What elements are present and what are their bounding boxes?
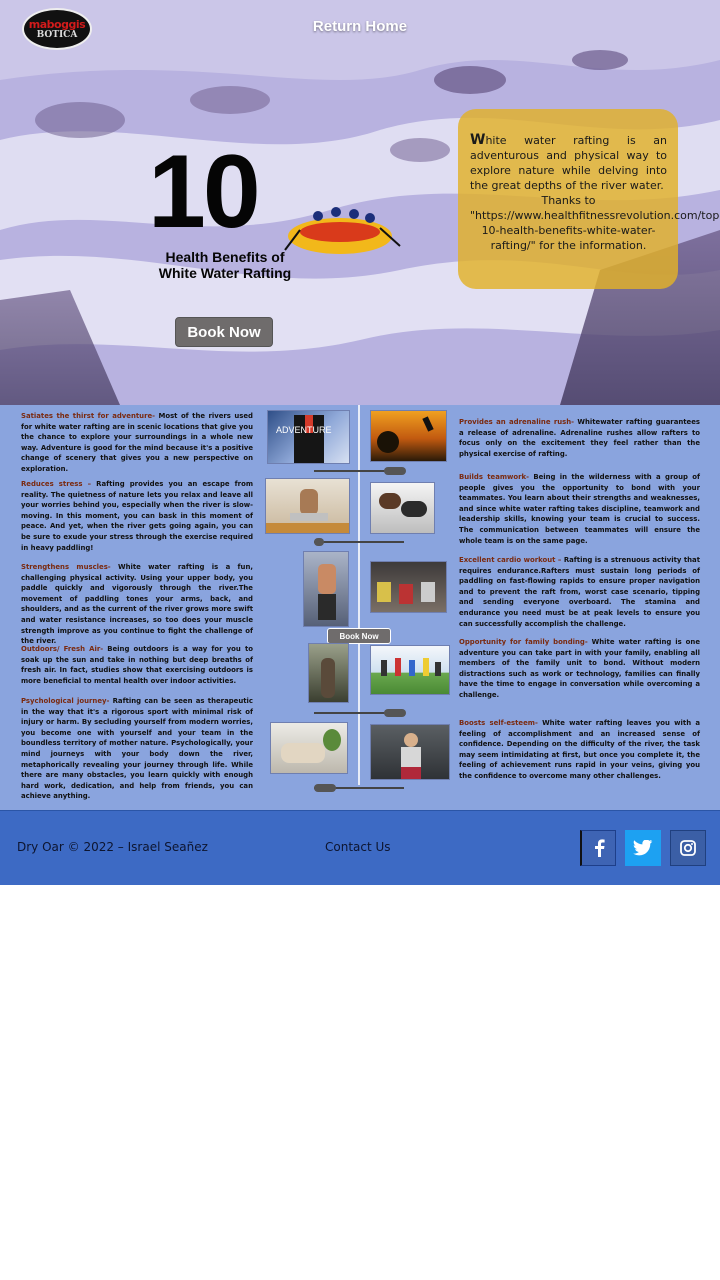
facebook-icon bbox=[594, 839, 605, 857]
benefit-title: Strengthens muscles- bbox=[21, 563, 111, 571]
return-home-link[interactable]: Return Home bbox=[280, 18, 440, 35]
adventure-photo: ADVENTURE bbox=[267, 410, 350, 464]
benefit-title: Boosts self-esteem- bbox=[459, 719, 538, 727]
facebook-button[interactable] bbox=[580, 830, 616, 866]
hero-headline-line2: White Water Rafting bbox=[158, 265, 292, 281]
benefit-outdoors: Outdoors/ Fresh Air- Being outdoors is a… bbox=[21, 644, 253, 686]
benefit-text: White water rafting is a fun, challengin… bbox=[21, 563, 253, 646]
logo-text-bottom: BOTICA bbox=[36, 29, 78, 40]
benefit-text: White water rafting leaves you with a fe… bbox=[459, 719, 700, 780]
footer: Dry Oar © 2022 – Israel Seañez Contact U… bbox=[0, 810, 720, 885]
benefit-title: Reduces stress – bbox=[21, 480, 92, 488]
benefit-text: Rafting provides you an escape from real… bbox=[21, 480, 253, 552]
cardio-photo bbox=[370, 561, 447, 613]
paddle-divider bbox=[314, 467, 406, 475]
instagram-button[interactable] bbox=[670, 830, 706, 866]
benefit-text: Most of the rivers used for white water … bbox=[21, 412, 253, 473]
benefit-text: Rafting is a strenuous activity that req… bbox=[459, 556, 700, 628]
hero-number: 10 bbox=[148, 134, 261, 250]
adventure-label: ADVENTURE bbox=[276, 425, 332, 435]
instagram-icon bbox=[680, 840, 696, 856]
benefit-text: Being in the wilderness with a group of … bbox=[459, 473, 700, 545]
muscles-photo bbox=[303, 551, 349, 627]
benefit-title: Builds teamwork- bbox=[459, 473, 529, 481]
benefit-adventure: Satiates the thirst for adventure- Most … bbox=[21, 411, 253, 475]
intro-source: "https://www.healthfitnessrevolution.com… bbox=[470, 209, 720, 252]
outdoors-photo bbox=[308, 643, 349, 703]
logo-text-top: maboggis bbox=[28, 17, 86, 31]
timeline-book-now-button[interactable]: Book Now bbox=[327, 628, 391, 644]
intro-paragraph: White water rafting is an adventurous an… bbox=[470, 133, 667, 193]
page: maboggis BOTICA Return Home 10 Health Be… bbox=[0, 0, 720, 1280]
hero-headline: Health Benefits of White Water Rafting bbox=[140, 249, 310, 281]
benefit-cardio: Excellent cardio workout – Rafting is a … bbox=[459, 555, 700, 629]
benefit-title: Opportunity for family bonding- bbox=[459, 638, 588, 646]
benefit-family: Opportunity for family bonding- White wa… bbox=[459, 637, 700, 701]
twitter-button[interactable] bbox=[625, 830, 661, 866]
contact-us-link[interactable]: Contact Us bbox=[325, 840, 391, 854]
benefit-title: Excellent cardio workout – bbox=[459, 556, 562, 564]
site-logo[interactable]: maboggis BOTICA bbox=[22, 8, 92, 50]
paddle-divider bbox=[314, 709, 406, 717]
benefit-psychological: Psychological journey- Rafting can be se… bbox=[21, 696, 253, 802]
book-now-button[interactable]: Book Now bbox=[175, 317, 273, 347]
adrenaline-photo bbox=[370, 410, 447, 462]
twitter-icon bbox=[633, 840, 653, 856]
benefit-stress: Reduces stress – Rafting provides you an… bbox=[21, 479, 253, 553]
benefit-title: Satiates the thirst for adventure- bbox=[21, 412, 156, 420]
benefit-title: Outdoors/ Fresh Air- bbox=[21, 645, 104, 653]
psychological-photo bbox=[270, 722, 348, 774]
timeline-line bbox=[358, 405, 360, 785]
copyright-text: Dry Oar © 2022 – Israel Seañez bbox=[17, 840, 208, 854]
teamwork-photo bbox=[370, 482, 435, 534]
intro-first-letter: W bbox=[470, 132, 486, 148]
benefit-title: Provides an adrenaline rush- bbox=[459, 418, 575, 426]
hero-headline-line1: Health Benefits of bbox=[165, 249, 285, 265]
benefit-muscles: Strengthens muscles- White water rafting… bbox=[21, 562, 253, 647]
benefit-self-esteem: Boosts self-esteem- White water rafting … bbox=[459, 718, 700, 782]
benefits-section: Satiates the thirst for adventure- Most … bbox=[0, 405, 720, 810]
intro-thanks: Thanks to bbox=[541, 194, 596, 207]
benefit-title: Psychological journey- bbox=[21, 697, 110, 705]
intro-card: White water rafting is an adventurous an… bbox=[458, 109, 720, 289]
benefit-teamwork: Builds teamwork- Being in the wilderness… bbox=[459, 472, 700, 546]
benefit-text: White water rafting is one adventure you… bbox=[459, 638, 700, 699]
family-photo bbox=[370, 645, 450, 695]
benefit-adrenaline: Provides an adrenaline rush- Whitewater … bbox=[459, 417, 700, 459]
hero-section: maboggis BOTICA Return Home 10 Health Be… bbox=[0, 0, 720, 405]
paddle-divider bbox=[314, 538, 406, 546]
benefit-text: Rafting can be seen as therapeutic in th… bbox=[21, 697, 253, 801]
paddle-divider bbox=[314, 784, 406, 792]
stress-photo bbox=[265, 478, 350, 534]
self-esteem-photo bbox=[370, 724, 450, 780]
intro-text: hite water rafting is an adventurous and… bbox=[470, 134, 667, 192]
